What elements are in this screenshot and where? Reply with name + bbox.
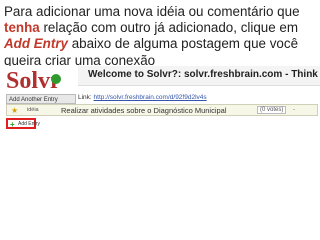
instruction-highlight-add-entry: Add Entry (4, 36, 68, 52)
solvr-logo: Solvr (4, 66, 74, 94)
welcome-title: Welcome to Solvr?: solvr.freshbrain.com … (88, 69, 320, 80)
instruction-text: Para adicionar uma nova idéia ou comentá… (4, 4, 318, 69)
add-entry-button[interactable]: + Add Entry (6, 118, 40, 129)
instruction-highlight-tenha: tenha (4, 20, 40, 36)
solvr-logo-icon: Solvr (4, 66, 74, 94)
entry-type-label: idéia (27, 107, 39, 113)
add-another-entry-button[interactable]: Add Another Entry (6, 94, 76, 104)
entry-text[interactable]: Realizar atividades sobre o Diagnóstico … (61, 106, 227, 115)
vote-count[interactable]: (0 votes) (257, 106, 287, 114)
link-url[interactable]: http://solvr.freshbrain.com/d/92f9d2lv4s (94, 94, 207, 101)
solvr-screenshot: Solvr Add Another Entry Welcome to Solvr… (4, 66, 320, 132)
instruction-part2: relação com outro já adicionado, clique … (39, 20, 299, 36)
link-row: Link: http://solvr.freshbrain.com/d/92f9… (78, 93, 207, 103)
instruction-part1: Para adicionar uma nova idéia ou comentá… (4, 4, 300, 19)
star-icon[interactable]: ★ (11, 106, 18, 115)
title-bar: Welcome to Solvr?: solvr.freshbrain.com … (78, 66, 320, 86)
plus-icon: + (10, 120, 15, 129)
entry-row: ★ idéia Realizar atividades sobre o Diag… (6, 104, 318, 116)
entry-separator: - (293, 107, 295, 113)
link-label: Link: (78, 94, 92, 101)
add-entry-label: Add Entry (18, 121, 40, 127)
